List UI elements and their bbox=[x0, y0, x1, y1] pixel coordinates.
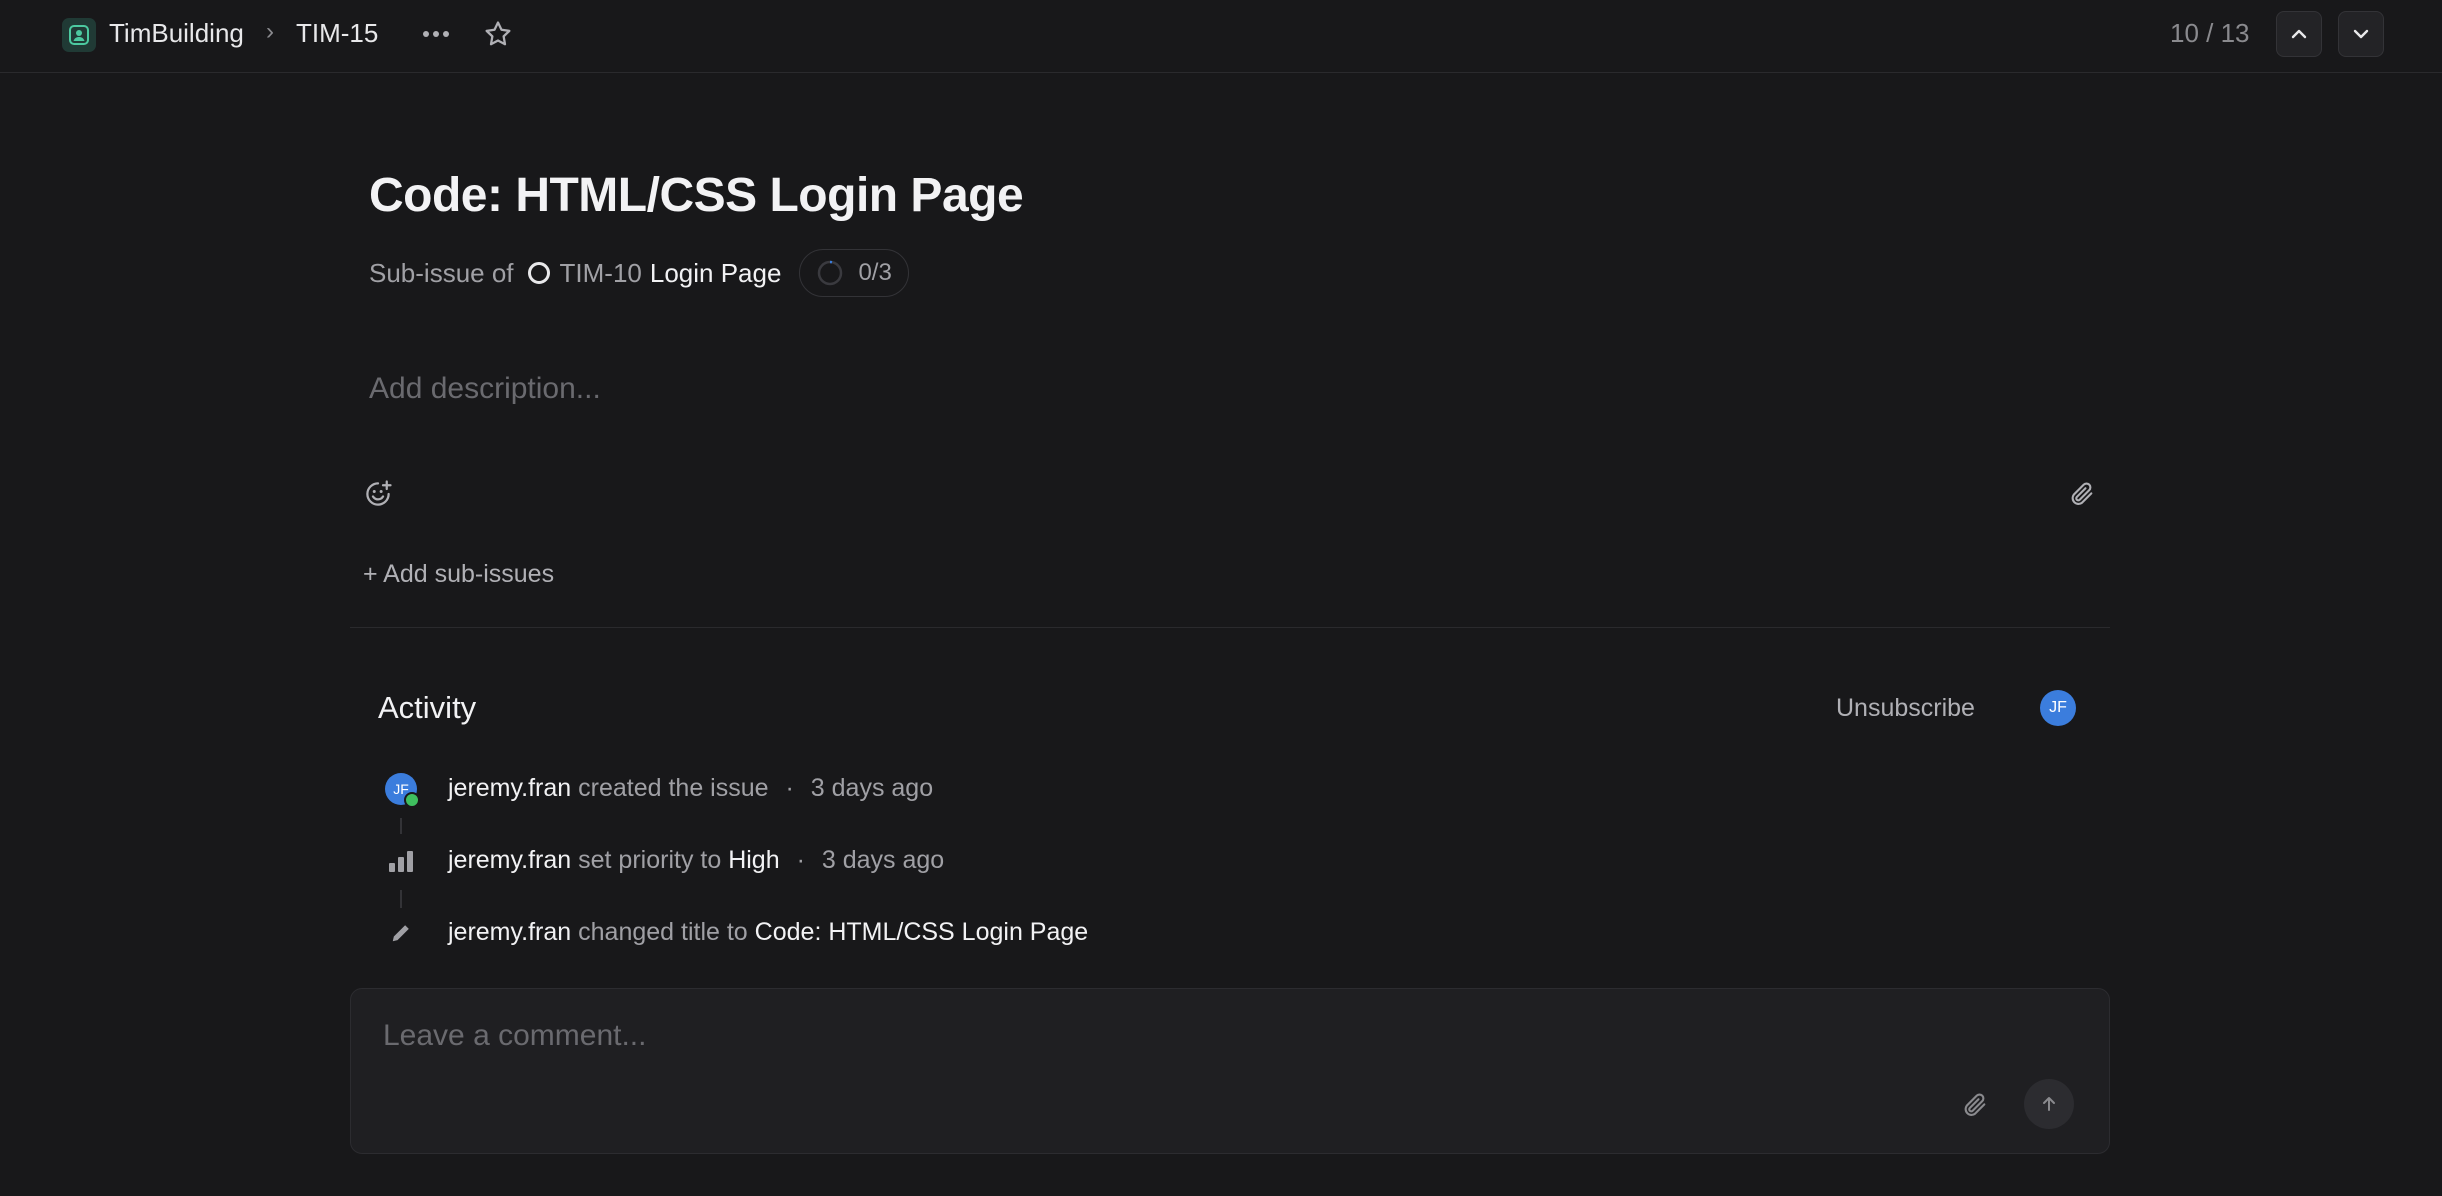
team-icon[interactable] bbox=[62, 18, 96, 52]
description-input[interactable]: Add description... bbox=[369, 372, 601, 406]
status-backlog-icon bbox=[527, 262, 550, 284]
comment-attach-button[interactable] bbox=[1957, 1087, 1993, 1123]
activity-avatar[interactable]: JF bbox=[382, 770, 420, 808]
parent-issue-title[interactable]: Login Page bbox=[650, 258, 782, 289]
subscriber-avatar[interactable]: JF bbox=[2040, 690, 2076, 726]
comment-box[interactable]: Leave a comment... bbox=[350, 988, 2110, 1154]
activity-heading: Activity bbox=[378, 690, 477, 725]
parent-progress-pill[interactable]: 0/3 bbox=[799, 249, 909, 297]
activity-value: High bbox=[728, 846, 780, 874]
breadcrumb-issue-id[interactable]: TIM-15 bbox=[296, 18, 378, 49]
parent-issue-id[interactable]: TIM-10 bbox=[560, 258, 642, 289]
activity-user[interactable]: jeremy.fran bbox=[448, 774, 571, 802]
chevron-down-icon bbox=[2353, 29, 2369, 39]
send-comment-button[interactable] bbox=[2024, 1079, 2074, 1129]
subissue-label: Sub-issue of bbox=[369, 257, 514, 288]
activity-action: changed title to bbox=[578, 918, 748, 946]
activity-user[interactable]: jeremy.fran bbox=[448, 846, 571, 874]
activity-time[interactable]: 3 days ago bbox=[811, 774, 933, 802]
add-reaction-button[interactable] bbox=[360, 476, 396, 512]
next-issue-button[interactable] bbox=[2338, 11, 2384, 57]
separator-dot: · bbox=[785, 774, 794, 802]
online-status-dot bbox=[404, 792, 420, 808]
paperclip-icon bbox=[1964, 1093, 1986, 1116]
activity-user[interactable]: jeremy.fran bbox=[448, 918, 571, 946]
activity-item: jeremy.fran created the issue · 3 days a… bbox=[448, 774, 933, 803]
more-icon bbox=[423, 31, 449, 37]
attach-file-button[interactable] bbox=[2064, 476, 2100, 512]
issue-title[interactable]: Code: HTML/CSS Login Page bbox=[369, 168, 1024, 223]
issue-pager: 10 / 13 bbox=[2170, 18, 2250, 48]
priority-high-icon bbox=[382, 842, 420, 880]
activity-action: set priority to bbox=[578, 846, 722, 874]
progress-ring-icon bbox=[818, 260, 843, 286]
top-bar: TimBuilding › TIM-15 10 / 13 bbox=[0, 0, 2442, 73]
pencil-icon bbox=[382, 914, 420, 952]
activity-item: jeremy.fran set priority to High · 3 day… bbox=[448, 846, 944, 875]
more-options-button[interactable] bbox=[416, 14, 456, 54]
unsubscribe-button[interactable]: Unsubscribe bbox=[1836, 694, 1975, 723]
activity-action: created the issue bbox=[578, 774, 769, 802]
activity-time[interactable]: 3 days ago bbox=[822, 846, 944, 874]
separator-dot: · bbox=[796, 846, 805, 874]
arrow-up-icon bbox=[2043, 1097, 2055, 1111]
breadcrumb-separator: › bbox=[266, 18, 274, 45]
parent-progress-text: 0/3 bbox=[858, 259, 892, 286]
activity-value: Code: HTML/CSS Login Page bbox=[754, 918, 1089, 946]
timeline-connector bbox=[400, 818, 402, 834]
avatar: JF bbox=[385, 773, 420, 808]
favorite-button[interactable] bbox=[478, 14, 518, 54]
star-icon bbox=[485, 21, 511, 46]
section-divider bbox=[350, 627, 2110, 628]
breadcrumb-team[interactable]: TimBuilding bbox=[109, 18, 244, 49]
comment-input[interactable]: Leave a comment... bbox=[383, 1019, 646, 1053]
add-subissues-button[interactable]: + Add sub-issues bbox=[363, 560, 554, 589]
emoji-add-icon bbox=[366, 480, 392, 506]
activity-item: jeremy.fran changed title to Code: HTML/… bbox=[448, 918, 1088, 947]
previous-issue-button[interactable] bbox=[2276, 11, 2322, 57]
chevron-up-icon bbox=[2291, 29, 2307, 39]
paperclip-icon bbox=[2071, 482, 2093, 505]
timeline-connector bbox=[400, 890, 402, 908]
parent-issue-row: Sub-issue of TIM-10 Login Page 0/3 bbox=[369, 249, 909, 297]
